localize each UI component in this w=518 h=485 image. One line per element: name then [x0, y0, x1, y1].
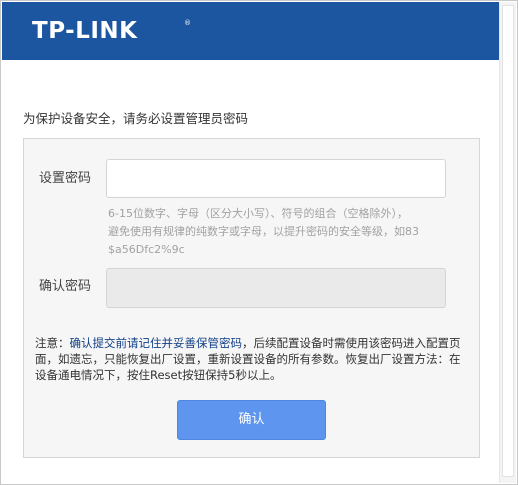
note-emphasis: 确认提交前请记住并妥善保管密码	[69, 336, 243, 350]
password-hint-line: 6-15位数字、字母（区分大小写）、符号的组合（空格除外），	[108, 207, 408, 220]
password-setup-panel: 设置密码 6-15位数字、字母（区分大小写）、符号的组合（空格除外）， 避免使用…	[23, 138, 480, 458]
confirm-button[interactable]: 确认	[177, 400, 326, 440]
registered-mark: ®	[184, 19, 191, 27]
password-hint-line: $a56Dfc2%9c	[108, 243, 185, 256]
password-label: 设置密码	[39, 171, 92, 186]
password-hint: 6-15位数字、字母（区分大小写）、符号的组合（空格除外）， 避免使用有规律的纯…	[108, 205, 464, 259]
brand-header: TP-LINK ®	[2, 2, 500, 60]
tp-link-logo: TP-LINK	[32, 18, 138, 44]
router-setup-window: TP-LINK ® 为保护设备安全，请务必设置管理员密码 设置密码 6-15位数…	[0, 0, 518, 485]
scrollbar-thumb[interactable]	[502, 5, 514, 477]
note-prefix: 注意：	[35, 336, 70, 350]
password-note: 注意：确认提交前请记住并妥善保管密码，后续配置设备时需使用该密码进入配置页面，如…	[35, 335, 471, 383]
page-instruction: 为保护设备安全，请务必设置管理员密码	[23, 111, 249, 126]
password-hint-line: 避免使用有规律的纯数字或字母，以提升密码的安全等级，如83	[108, 225, 419, 238]
vertical-scrollbar[interactable]	[499, 2, 516, 483]
password-input[interactable]	[106, 159, 446, 198]
confirm-password-label: 确认密码	[39, 279, 92, 294]
confirm-password-input[interactable]	[106, 268, 446, 308]
